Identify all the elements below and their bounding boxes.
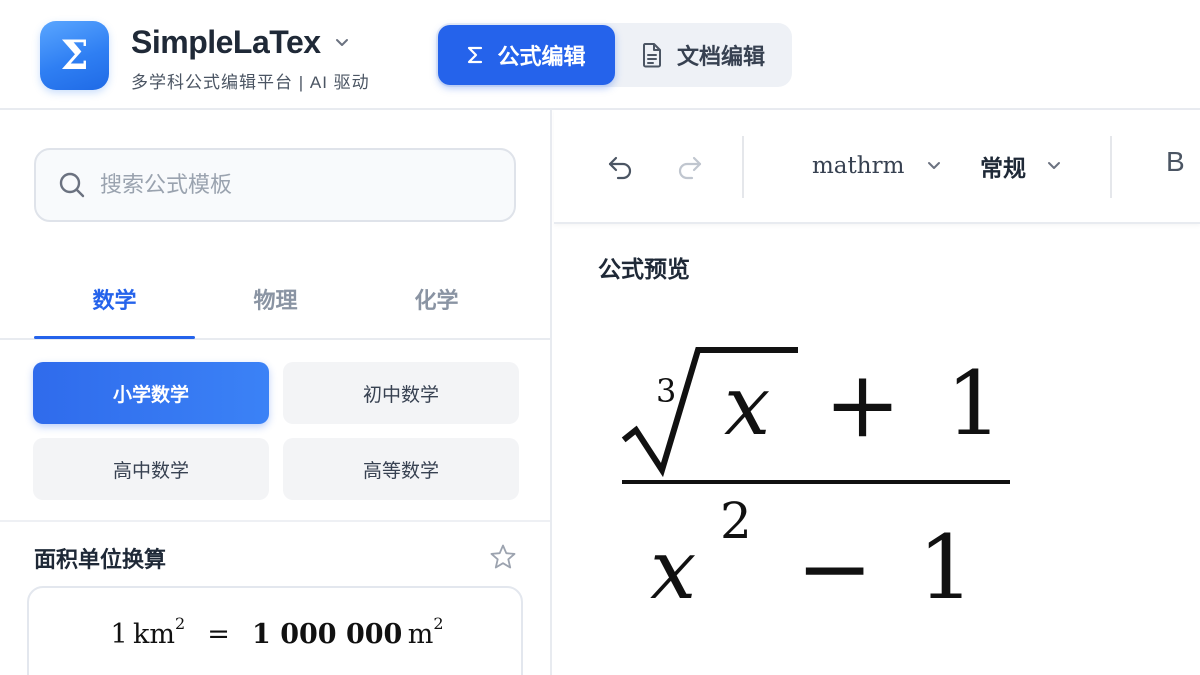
search-icon	[59, 172, 85, 198]
formula-number: 1 000 000	[252, 619, 403, 650]
formula-number: 1	[110, 619, 128, 650]
template-card[interactable]: 1 km2 = 1 000 000 m2	[27, 586, 523, 675]
chevron-down-icon[interactable]	[334, 36, 350, 50]
section-divider	[0, 520, 550, 522]
sigma-icon	[467, 45, 483, 65]
subject-tabs: 数学 物理 化学	[0, 260, 550, 340]
undo-icon[interactable]	[606, 153, 636, 181]
style-select-value: 常规	[980, 155, 1026, 181]
sigma-logo-glyph: Σ	[60, 31, 89, 79]
formula-exponent: 2	[433, 614, 444, 633]
redo-icon[interactable]	[674, 153, 704, 181]
toolbar-separator	[742, 136, 744, 198]
mode-label: 公式编辑	[497, 44, 586, 69]
style-select[interactable]: 常规	[980, 146, 1062, 186]
preview-label: 公式预览	[598, 256, 690, 282]
document-edit-mode-button[interactable]: 文档编辑	[618, 25, 788, 85]
brand-subtitle: 多学科公式编辑平台 | AI 驱动	[131, 73, 370, 92]
denominator-exponent: 2	[720, 492, 752, 550]
search-box[interactable]	[34, 148, 516, 222]
plus-operator: +	[824, 351, 901, 458]
denominator-variable: x	[650, 523, 696, 618]
formula-editor: mathrm 常规 B 公式预览 3 x + 1 x 2 − 1	[552, 110, 1200, 675]
denominator-constant: 1	[918, 516, 974, 619]
toolbar-separator	[1110, 136, 1112, 198]
formula-equals: =	[207, 619, 230, 650]
brand-name[interactable]: SimpleLaTex	[131, 24, 321, 61]
search-input[interactable]	[100, 172, 480, 198]
template-title: 面积单位换算	[34, 547, 167, 572]
tab-math[interactable]: 数学	[34, 260, 195, 338]
category-primary-math[interactable]: 小学数学	[33, 362, 269, 424]
font-select-value: mathrm	[812, 153, 905, 179]
document-icon	[641, 42, 663, 68]
mode-label: 文档编辑	[676, 44, 765, 69]
root-index: 3	[656, 372, 676, 410]
star-icon[interactable]	[489, 543, 517, 571]
minus-operator: −	[796, 515, 873, 622]
formula-preview: 3 x + 1 x 2 − 1	[621, 347, 1010, 622]
numerator-constant: 1	[946, 352, 1002, 455]
template-formula: 1 km2 = 1 000 000 m2	[29, 614, 525, 650]
app-header: Σ SimpleLaTex 多学科公式编辑平台 | AI 驱动 公式编辑 文档编…	[0, 0, 1200, 110]
bold-button[interactable]: B	[1166, 146, 1185, 178]
radicand: x	[724, 359, 770, 454]
formula-unit: m	[407, 619, 434, 650]
formula-exponent: 2	[175, 614, 186, 633]
formula-edit-mode-button[interactable]: 公式编辑	[438, 25, 615, 85]
formula-unit: km	[133, 619, 176, 650]
category-advanced-math[interactable]: 高等数学	[283, 438, 519, 500]
category-senior-math[interactable]: 高中数学	[33, 438, 269, 500]
app-logo[interactable]: Σ	[40, 21, 109, 90]
tab-physics[interactable]: 物理	[195, 260, 356, 338]
chevron-down-icon	[1048, 162, 1060, 169]
template-sidebar: 数学 物理 化学 小学数学 初中数学 高中数学 高等数学 面积单位换算 1 km…	[0, 110, 552, 675]
chevron-down-icon	[928, 162, 941, 169]
tab-chemistry[interactable]: 化学	[356, 260, 517, 338]
editor-toolbar: mathrm 常规 B	[554, 110, 1200, 224]
active-tab-indicator	[34, 336, 195, 339]
category-junior-math[interactable]: 初中数学	[283, 362, 519, 424]
font-select[interactable]: mathrm	[812, 146, 942, 186]
mode-switch: 公式编辑 文档编辑	[436, 23, 792, 87]
